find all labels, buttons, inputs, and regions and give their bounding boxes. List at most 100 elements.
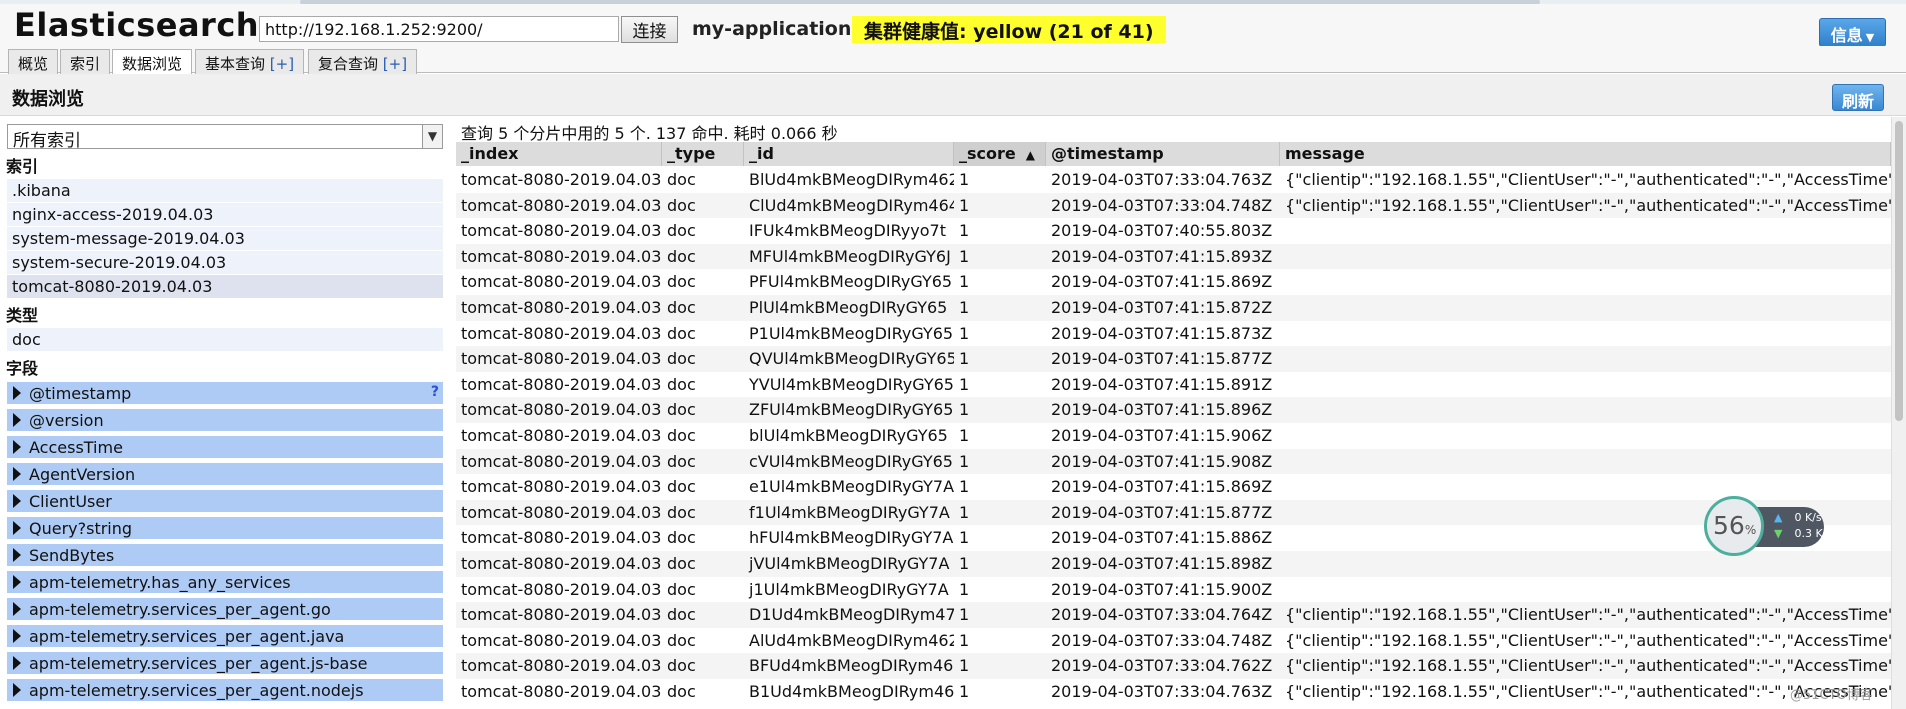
table-row[interactable]: tomcat-8080-2019.04.03 doc BlUd4mkBMeogDIR… bbox=[456, 167, 1891, 193]
table-cell: 2019-04-03T07:33:04.764Z bbox=[1051, 605, 1273, 625]
caret-right-icon bbox=[13, 683, 21, 697]
table-cell: tomcat-8080-2019.04.03 bbox=[461, 682, 662, 701]
field-item[interactable]: @timestamp? bbox=[7, 382, 443, 406]
table-row[interactable]: tomcat-8080-2019.04.03 doc PFUl4mkBMeogDIR… bbox=[456, 269, 1891, 295]
table-cell: tomcat-8080-2019.04.03 bbox=[461, 554, 662, 573]
table-row[interactable]: tomcat-8080-2019.04.03 doc IFUk4mkBMeogDIR… bbox=[456, 218, 1891, 244]
table-cell: 1 bbox=[959, 170, 970, 189]
types-section-label: 类型 bbox=[6, 306, 39, 325]
column-header-id[interactable]: _id bbox=[744, 142, 954, 166]
column-header-score[interactable]: _score ▲ bbox=[954, 142, 1046, 166]
column-header-timestamp[interactable]: @timestamp bbox=[1046, 142, 1280, 166]
field-item[interactable]: apm-telemetry.services_per_agent.go bbox=[7, 598, 443, 622]
table-cell: 2019-04-03T07:33:04.748Z bbox=[1051, 630, 1273, 650]
table-row[interactable]: tomcat-8080-2019.04.03 doc D1Ud4mkBMeogDIR… bbox=[456, 602, 1891, 628]
table-cell: {"clientip":"192.168.1.55","ClientUser":… bbox=[1285, 630, 1891, 650]
type-item[interactable]: doc bbox=[7, 328, 443, 351]
info-dropdown-button[interactable]: 信息 ▼ bbox=[1819, 18, 1886, 47]
table-cell: 2019-04-03T07:41:15.896Z bbox=[1051, 400, 1273, 420]
table-row[interactable]: tomcat-8080-2019.04.03 doc AlUd4mkBMeogDIR… bbox=[456, 628, 1891, 654]
table-row[interactable]: tomcat-8080-2019.04.03 doc cVUl4mkBMeogDIR… bbox=[456, 448, 1891, 475]
table-row[interactable]: tomcat-8080-2019.04.03 doc P1Ul4mkBMeogDIR… bbox=[456, 321, 1891, 347]
table-cell: tomcat-8080-2019.04.03 bbox=[461, 400, 662, 420]
network-monitor-widget[interactable]: 56% ▲ 0 K/s ▼ 0.3 K/s bbox=[1704, 496, 1832, 556]
table-cell: tomcat-8080-2019.04.03 bbox=[461, 451, 662, 471]
table-cell: j1Ul4mkBMeogDIRyGY7A bbox=[749, 579, 949, 599]
tab-label: 索引 bbox=[70, 55, 101, 73]
field-item[interactable]: apm-telemetry.has_any_services bbox=[7, 571, 443, 595]
app-header: Elasticsearch 连接 my-application 集群健康值: y… bbox=[0, 4, 1906, 47]
table-cell: PFUl4mkBMeogDIRyGY65 bbox=[749, 272, 953, 292]
tab-basic-query[interactable]: 基本查询 [+] bbox=[195, 49, 305, 74]
tab-label: 复合查询 bbox=[318, 55, 379, 73]
field-name: ClientUser bbox=[29, 492, 112, 511]
index-item[interactable]: .kibana bbox=[7, 179, 443, 202]
table-cell: tomcat-8080-2019.04.03 bbox=[461, 246, 662, 266]
table-cell: doc bbox=[667, 630, 696, 650]
cluster-url-input[interactable] bbox=[259, 16, 619, 42]
field-item[interactable]: AgentVersion bbox=[7, 463, 443, 487]
fields-section-label: 字段 bbox=[6, 359, 39, 378]
field-name: apm-telemetry.services_per_agent.go bbox=[29, 600, 331, 619]
table-cell: 1 bbox=[959, 272, 970, 292]
column-header-type[interactable]: _type bbox=[662, 142, 744, 166]
scrollbar-thumb[interactable] bbox=[1895, 121, 1903, 421]
refresh-button[interactable]: 刷新 bbox=[1832, 84, 1884, 111]
caret-right-icon bbox=[13, 656, 21, 670]
table-row[interactable]: tomcat-8080-2019.04.03 doc hFUl4mkBMeogDIR… bbox=[456, 525, 1891, 551]
field-item[interactable]: apm-telemetry.services_per_agent.js-base bbox=[7, 652, 443, 676]
index-item[interactable]: system-message-2019.04.03 bbox=[7, 227, 443, 250]
tab-overview[interactable]: 概览 bbox=[8, 49, 59, 74]
tab-data-browse[interactable]: 数据浏览 bbox=[112, 49, 193, 75]
connect-button[interactable]: 连接 bbox=[621, 16, 678, 43]
tab-indices[interactable]: 索引 bbox=[60, 49, 111, 74]
table-row[interactable]: tomcat-8080-2019.04.03 doc YVUl4mkBMeogDIR… bbox=[456, 372, 1891, 398]
field-item[interactable]: @version bbox=[7, 409, 443, 433]
table-cell bbox=[1280, 244, 1891, 270]
table-row[interactable]: tomcat-8080-2019.04.03 doc MFUl4mkBMeogDIR… bbox=[456, 243, 1891, 270]
table-cell bbox=[1280, 577, 1891, 603]
table-cell: 2019-04-03T07:41:15.869Z bbox=[1051, 272, 1273, 292]
index-item[interactable]: nginx-access-2019.04.03 bbox=[7, 203, 443, 226]
table-cell: doc bbox=[667, 682, 696, 701]
table-row[interactable]: tomcat-8080-2019.04.03 doc PlUl4mkBMeogDIR… bbox=[456, 295, 1891, 321]
field-item[interactable]: ClientUser bbox=[7, 490, 443, 514]
field-item[interactable]: apm-telemetry.services_per_agent.java bbox=[7, 625, 443, 649]
table-row[interactable]: tomcat-8080-2019.04.03 doc ClUd4mkBMeogDIR… bbox=[456, 192, 1891, 219]
index-item-selected[interactable]: tomcat-8080-2019.04.03 bbox=[7, 275, 443, 298]
table-row[interactable]: tomcat-8080-2019.04.03 doc blUl4mkBMeogDIR… bbox=[456, 423, 1891, 449]
column-header-label: _score bbox=[959, 144, 1016, 163]
table-row[interactable]: tomcat-8080-2019.04.03 doc f1Ul4mkBMeogDIR… bbox=[456, 499, 1891, 526]
table-row[interactable]: tomcat-8080-2019.04.03 doc e1Ul4mkBMeogDIR… bbox=[456, 474, 1891, 500]
page-bar: 数据浏览 刷新 bbox=[0, 74, 1906, 116]
table-cell: IFUk4mkBMeogDIRyyo7t bbox=[749, 221, 946, 241]
help-icon[interactable]: ? bbox=[431, 384, 439, 400]
column-header-index[interactable]: _index bbox=[456, 142, 662, 166]
field-item[interactable]: Query?string bbox=[7, 517, 443, 541]
field-item[interactable]: apm-telemetry.services_per_agent.nodejs bbox=[7, 679, 443, 703]
table-row[interactable]: tomcat-8080-2019.04.03 doc QVUl4mkBMeogDIR… bbox=[456, 346, 1891, 372]
caret-right-icon bbox=[13, 548, 21, 562]
field-item[interactable]: SendBytes bbox=[7, 544, 443, 568]
table-row[interactable]: tomcat-8080-2019.04.03 doc jVUl4mkBMeogDIR… bbox=[456, 551, 1891, 577]
table-row[interactable]: tomcat-8080-2019.04.03 doc j1Ul4mkBMeogDIR… bbox=[456, 577, 1891, 603]
table-cell: BlUd4mkBMeogDIRym462 bbox=[749, 170, 954, 189]
index-item[interactable]: system-secure-2019.04.03 bbox=[7, 251, 443, 274]
results-scrollbar[interactable] bbox=[1891, 117, 1906, 709]
results-table: _index _type _id _score ▲ @timestamp mess… bbox=[456, 142, 1891, 709]
table-cell: doc bbox=[667, 426, 696, 445]
table-row[interactable]: tomcat-8080-2019.04.03 doc BFUd4mkBMeogDIR… bbox=[456, 653, 1891, 679]
arrow-down-icon: ▼ bbox=[1774, 527, 1783, 540]
field-item[interactable]: AccessTime bbox=[7, 436, 443, 460]
column-header-message[interactable]: message bbox=[1280, 142, 1891, 166]
table-cell bbox=[1280, 218, 1891, 244]
table-row[interactable]: tomcat-8080-2019.04.03 doc ZFUl4mkBMeogDIR… bbox=[456, 397, 1891, 423]
table-cell: tomcat-8080-2019.04.03 bbox=[461, 272, 662, 292]
index-select[interactable]: 所有索引 ▼ bbox=[7, 124, 443, 151]
table-cell: 2019-04-03T07:41:15.886Z bbox=[1051, 528, 1273, 548]
table-row[interactable]: tomcat-8080-2019.04.03 doc B1Ud4mkBMeogDIR… bbox=[456, 679, 1891, 705]
tab-compound-query[interactable]: 复合查询 [+] bbox=[308, 49, 418, 74]
chevron-down-icon[interactable]: ▼ bbox=[422, 125, 442, 148]
table-cell: tomcat-8080-2019.04.03 bbox=[461, 426, 662, 445]
table-cell: tomcat-8080-2019.04.03 bbox=[461, 630, 662, 650]
